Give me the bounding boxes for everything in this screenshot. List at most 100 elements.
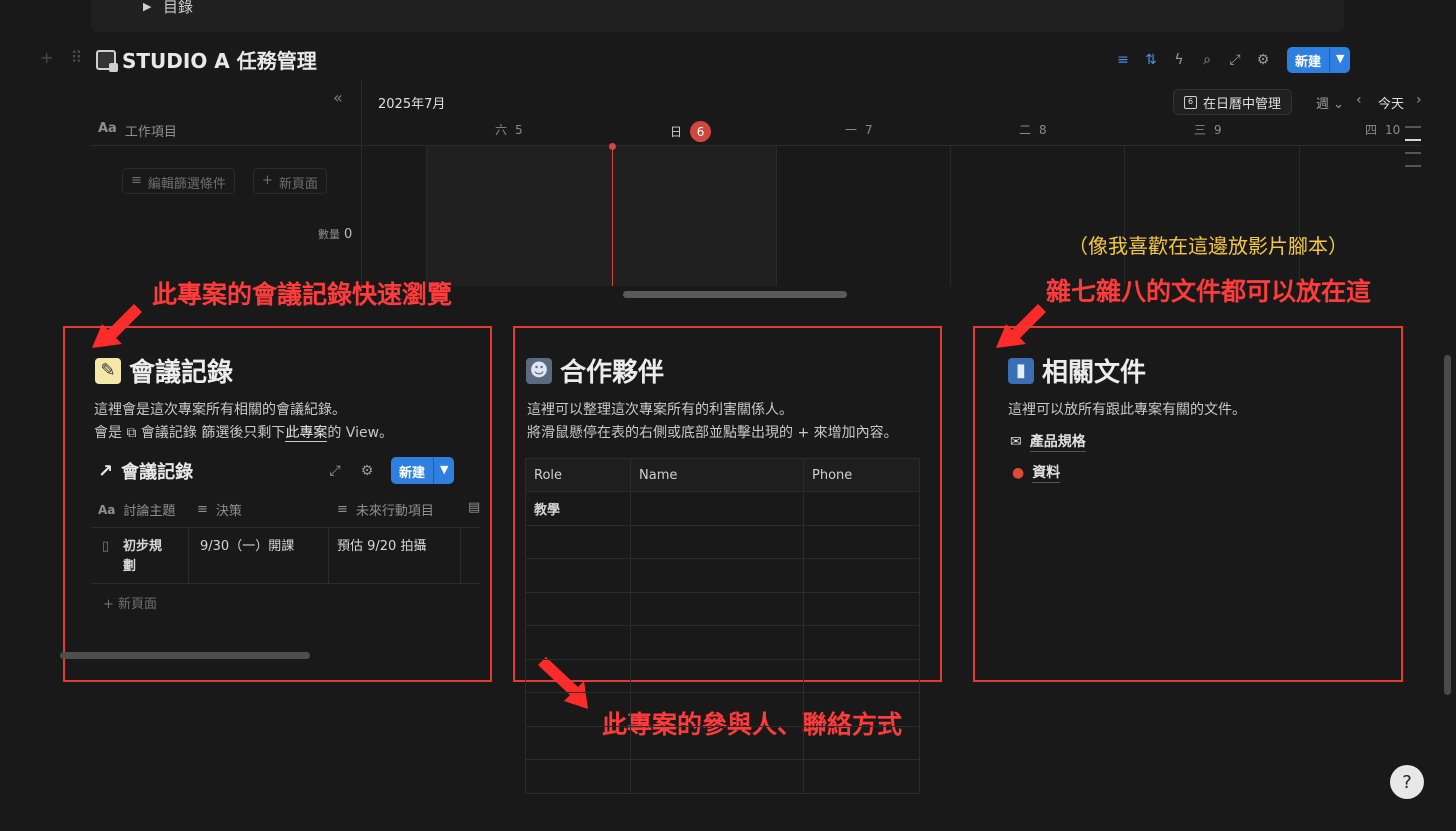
chevron-right-icon[interactable]: › [1416, 92, 1422, 108]
partners-cell[interactable] [803, 491, 920, 526]
edit-filter-button[interactable]: ≡ 編輯篩選條件 [122, 168, 235, 194]
divider [91, 583, 480, 584]
meeting-new-page-button[interactable]: + 新頁面 [103, 593, 157, 612]
partners-cell[interactable] [630, 491, 804, 526]
partners-cell[interactable] [803, 725, 920, 760]
partners-cell[interactable] [525, 725, 631, 760]
page-icon: ▯ [102, 539, 110, 554]
partners-description: 這裡可以整理這次專案所有的利害關係人。 將滑鼠懸停在表的右側或底部並點擊出現的 … [527, 402, 898, 441]
docs-heading: ▮ 相關文件 [1008, 352, 1146, 389]
timeline-weekend-shade [426, 146, 776, 286]
meeting-heading: ✎ 會議記錄 [95, 352, 233, 389]
chevron-left-icon[interactable]: ‹ [1356, 92, 1362, 108]
new-button-label[interactable]: 新建 [1287, 47, 1330, 73]
sort-icon[interactable]: ⇅ [1141, 50, 1161, 70]
expand-icon[interactable]: ⤢ [325, 461, 345, 481]
today-button[interactable]: 今天 [1378, 93, 1404, 112]
partners-header-name[interactable]: Name [630, 458, 804, 492]
partners-cell[interactable] [803, 759, 920, 794]
timeline-gridline [950, 146, 951, 286]
partners-cell[interactable] [803, 625, 920, 660]
day-header-today: 日6 [670, 121, 712, 142]
view-scale-select[interactable]: 週 ⌄ [1316, 93, 1344, 112]
search-icon[interactable]: ⌕ [1197, 50, 1217, 70]
docs-description: 這裡可以放所有跟此專案有關的文件。 [1008, 402, 1246, 418]
edit-filter-label: 編輯篩選條件 [147, 177, 226, 192]
partners-header-phone[interactable]: Phone [803, 458, 920, 492]
partners-cell[interactable] [803, 658, 920, 693]
manage-in-calendar-label: 在日曆中管理 [1203, 96, 1282, 112]
settings-icon[interactable]: ⚙ [1253, 50, 1273, 70]
meeting-row-action[interactable]: 預估 9/20 拍攝 [337, 537, 426, 557]
filter-icon[interactable]: ≡ [1113, 50, 1133, 70]
partners-cell[interactable] [525, 658, 631, 693]
partners-cell[interactable] [630, 524, 804, 559]
chevron-down-icon[interactable]: ▼ [433, 457, 455, 484]
partners-cell[interactable] [630, 692, 804, 727]
annotation-docs-note: （像我喜歡在這邊放影片腳本） [1068, 234, 1348, 258]
column-header-action[interactable]: ≡ 未來行動項目 [337, 500, 434, 519]
page-vertical-scrollbar[interactable] [1444, 355, 1451, 695]
partners-header-role[interactable]: Role [525, 458, 631, 492]
meeting-row-topic[interactable]: 初步規劃 [123, 537, 173, 577]
meeting-row-decision[interactable]: 9/30（一）開課 [200, 537, 294, 557]
meeting-heading-text: 會議記錄 [129, 358, 234, 388]
partners-cell[interactable] [630, 625, 804, 660]
doc-link-spec[interactable]: ✉ 產品規格 [1010, 431, 1086, 452]
inbox-tray-icon: ✉ [1010, 433, 1022, 450]
partners-cell[interactable] [525, 524, 631, 559]
calendar-property-icon: ▤ [468, 500, 481, 515]
collapse-icon[interactable]: « [333, 88, 343, 107]
meeting-page-link[interactable]: 會議記錄 [141, 425, 197, 441]
toggle-triangle-icon[interactable]: ▶ [143, 0, 151, 13]
toggle-label: 目錄 [163, 0, 194, 16]
timeline-gridline [1124, 146, 1125, 286]
partners-cell[interactable] [803, 591, 920, 626]
manage-in-calendar-button[interactable]: 6 在日曆中管理 [1173, 89, 1293, 115]
column-header-work-item[interactable]: Aa 工作項目 [98, 121, 177, 140]
database-title[interactable]: STUDIO A 任務管理 [96, 45, 317, 74]
expand-icon[interactable]: ⤢ [1225, 50, 1245, 70]
partners-cell[interactable] [803, 692, 920, 727]
settings-icon[interactable]: ⚙ [357, 461, 377, 481]
partners-cell[interactable] [630, 725, 804, 760]
partners-cell[interactable] [525, 692, 631, 727]
meeting-horizontal-scrollbar[interactable] [60, 652, 310, 659]
partners-cell[interactable] [630, 658, 804, 693]
partners-cell[interactable] [525, 625, 631, 660]
linked-view-new-button[interactable]: 新建 ▼ [391, 457, 455, 484]
toggle-block[interactable]: ▶ 目錄 [91, 0, 1344, 32]
column-header-decision[interactable]: ≡ 決策 [197, 500, 242, 519]
count-summary[interactable]: 數量 0 [318, 226, 352, 242]
timeline-horizontal-scrollbar[interactable] [623, 291, 847, 298]
text-lines-icon: ≡ [337, 502, 348, 517]
timeline-gridline [1299, 146, 1300, 286]
doc-link-data[interactable]: ● 資料 [1012, 462, 1061, 483]
arrow-up-right-icon: ↗ [98, 460, 114, 482]
linked-view-title[interactable]: ↗ 會議記錄 [98, 458, 193, 484]
partners-cell[interactable]: 教學 [525, 491, 631, 526]
partners-cell[interactable] [803, 558, 920, 593]
partners-cell[interactable] [630, 591, 804, 626]
partners-cell[interactable] [525, 591, 631, 626]
partners-cell[interactable] [525, 759, 631, 794]
automation-icon[interactable]: ϟ [1169, 50, 1189, 70]
count-value: 0 [344, 227, 353, 242]
chevron-down-icon[interactable]: ▼ [1329, 47, 1351, 73]
blue-book-icon: ▮ [1008, 357, 1034, 384]
partners-cell[interactable] [525, 558, 631, 593]
pin-icon: ● [1012, 464, 1025, 481]
partners-cell[interactable] [630, 558, 804, 593]
column-header-topic[interactable]: Aa 討論主題 [98, 500, 175, 520]
new-button[interactable]: 新建 ▼ [1287, 47, 1351, 73]
new-page-label: 新頁面 [278, 177, 318, 192]
partners-table: Role Name Phone 教學 [525, 458, 920, 794]
block-handle-icon[interactable]: + ⠿ [40, 48, 88, 67]
partners-cell[interactable] [630, 759, 804, 794]
new-page-button[interactable]: + 新頁面 [253, 168, 327, 194]
timeline-month: 2025年7月 [378, 97, 446, 112]
timeline-minimap[interactable] [1405, 126, 1421, 178]
text-lines-icon: ≡ [197, 502, 208, 517]
partners-cell[interactable] [803, 524, 920, 559]
help-icon[interactable]: ? [1390, 765, 1424, 799]
